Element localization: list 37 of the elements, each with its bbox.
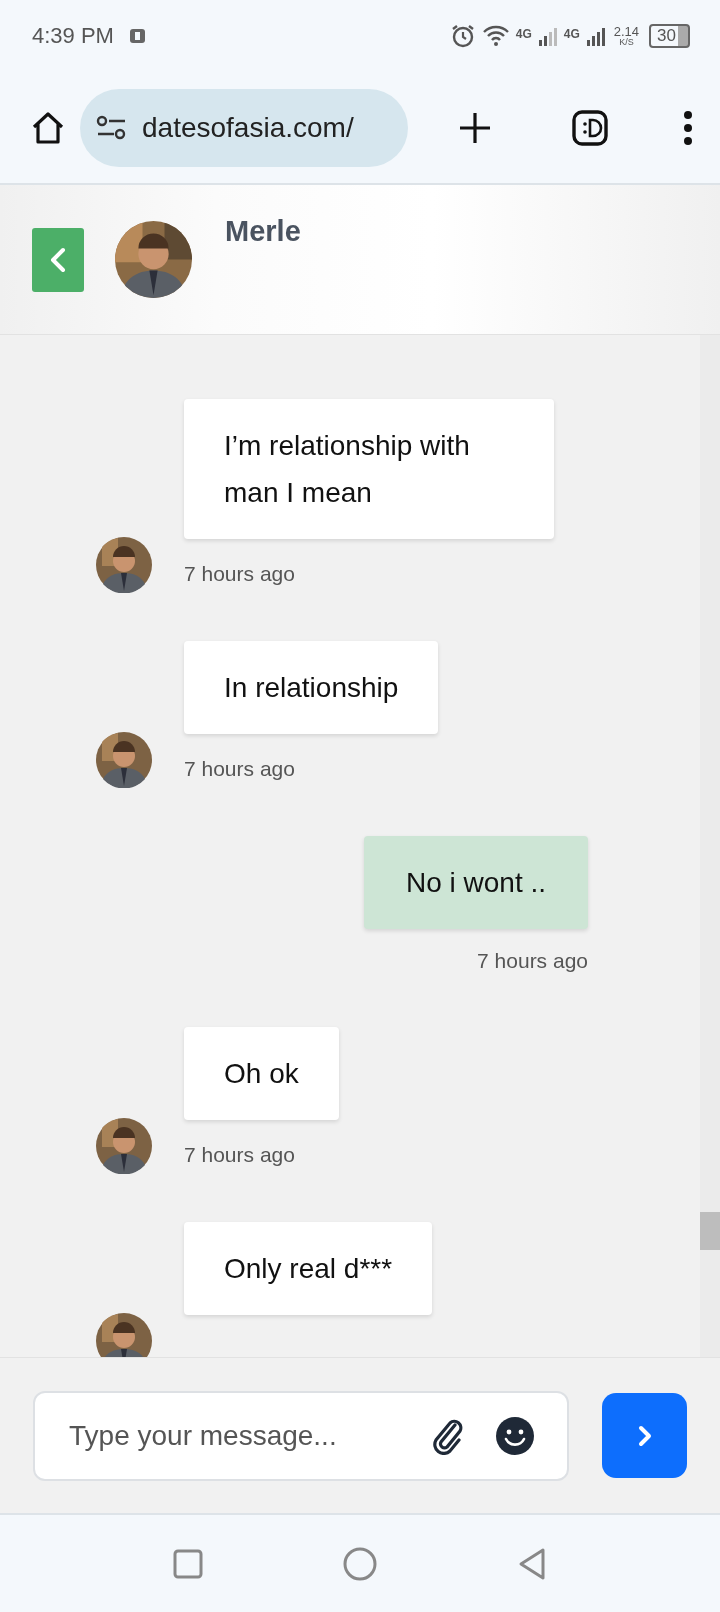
send-button[interactable] bbox=[602, 1393, 687, 1478]
received-message-bubble: I’m relationship with man I mean bbox=[184, 399, 554, 539]
address-bar[interactable]: datesofasia.com/ bbox=[80, 88, 408, 167]
recent-apps-icon[interactable] bbox=[173, 1548, 203, 1579]
new-tab-icon[interactable] bbox=[458, 110, 492, 145]
message-input[interactable]: Type your message... bbox=[67, 1418, 401, 1453]
home-icon[interactable] bbox=[30, 109, 66, 146]
received-message-bubble: In relationship bbox=[184, 641, 439, 734]
chevron-left-icon[interactable] bbox=[48, 245, 68, 274]
wifi-icon bbox=[481, 24, 510, 48]
speed-value: 2.14 bbox=[613, 25, 640, 38]
sent-message-bubble: No i wont .. bbox=[363, 836, 588, 929]
received-message-bubble: Only real d*** bbox=[184, 1222, 433, 1315]
app-notification-icon bbox=[127, 26, 148, 46]
speed-unit: K/S bbox=[619, 38, 634, 47]
status-time: 4:39 PM bbox=[32, 23, 114, 49]
home-button-icon[interactable] bbox=[343, 1546, 377, 1581]
message-time: 7 hours ago bbox=[184, 562, 295, 586]
back-nav-icon[interactable] bbox=[517, 1546, 547, 1581]
received-message-bubble: Oh ok bbox=[184, 1027, 339, 1120]
contact-name: Merle bbox=[225, 215, 301, 248]
message-time: 7 hours ago bbox=[477, 949, 588, 972]
message-time: 7 hours ago bbox=[184, 1143, 295, 1167]
network-label: 4G bbox=[563, 27, 580, 41]
message-time: 7 hours ago bbox=[184, 757, 295, 781]
url-text[interactable]: datesofasia.com/ bbox=[142, 111, 354, 144]
menu-icon[interactable] bbox=[682, 109, 694, 146]
chevron-right-icon[interactable] bbox=[636, 1423, 653, 1448]
site-settings-icon[interactable] bbox=[96, 114, 128, 141]
back-button[interactable] bbox=[32, 227, 84, 292]
battery-indicator: 30 bbox=[649, 24, 690, 48]
scrollbar-thumb[interactable] bbox=[700, 1212, 720, 1250]
signal-icon bbox=[585, 25, 606, 47]
signal-icon bbox=[537, 25, 558, 47]
tabs-icon[interactable] bbox=[572, 109, 608, 146]
emoji-icon[interactable] bbox=[495, 1415, 535, 1456]
network-label: 4G bbox=[515, 27, 532, 41]
